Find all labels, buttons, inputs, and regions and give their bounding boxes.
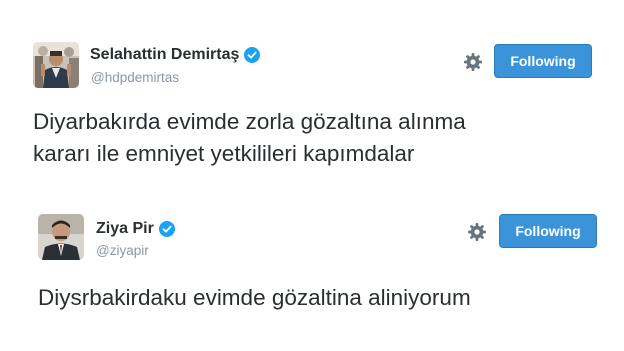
tweet-text-line: Diysrbakirdaku evimde gözaltina aliniyor… (38, 285, 471, 310)
tweet-card: Selahattin Demirtaş @hdpdemirtas Followi… (0, 0, 624, 190)
tweet-card: Ziya Pir @ziyapir Following Diysrbakirda… (0, 190, 624, 351)
author-name[interactable]: Selahattin Demirtaş (90, 46, 261, 64)
tweet-text-line: kararı ile emniyet yetkilileri kapımdala… (33, 141, 415, 166)
following-button[interactable]: Following (499, 214, 597, 248)
verified-badge-icon (244, 47, 261, 63)
avatar[interactable] (33, 42, 79, 88)
avatar-photo-icon (38, 214, 84, 260)
avatar-photo-icon (33, 42, 79, 88)
gear-icon[interactable] (463, 52, 483, 72)
author-name[interactable]: Ziya Pir (96, 220, 175, 238)
tweet-text-line: Diyarbakırda evimde zorla gözaltına alın… (33, 109, 466, 134)
author-handle[interactable]: @ziyapir (96, 243, 149, 258)
author-handle[interactable]: @hdpdemirtas (91, 70, 179, 85)
gear-icon[interactable] (467, 222, 487, 242)
author-name-text: Selahattin Demirtaş (90, 46, 240, 63)
verified-badge-icon (158, 221, 175, 237)
following-button[interactable]: Following (494, 44, 592, 78)
author-name-text: Ziya Pir (96, 220, 154, 237)
avatar[interactable] (38, 214, 84, 260)
